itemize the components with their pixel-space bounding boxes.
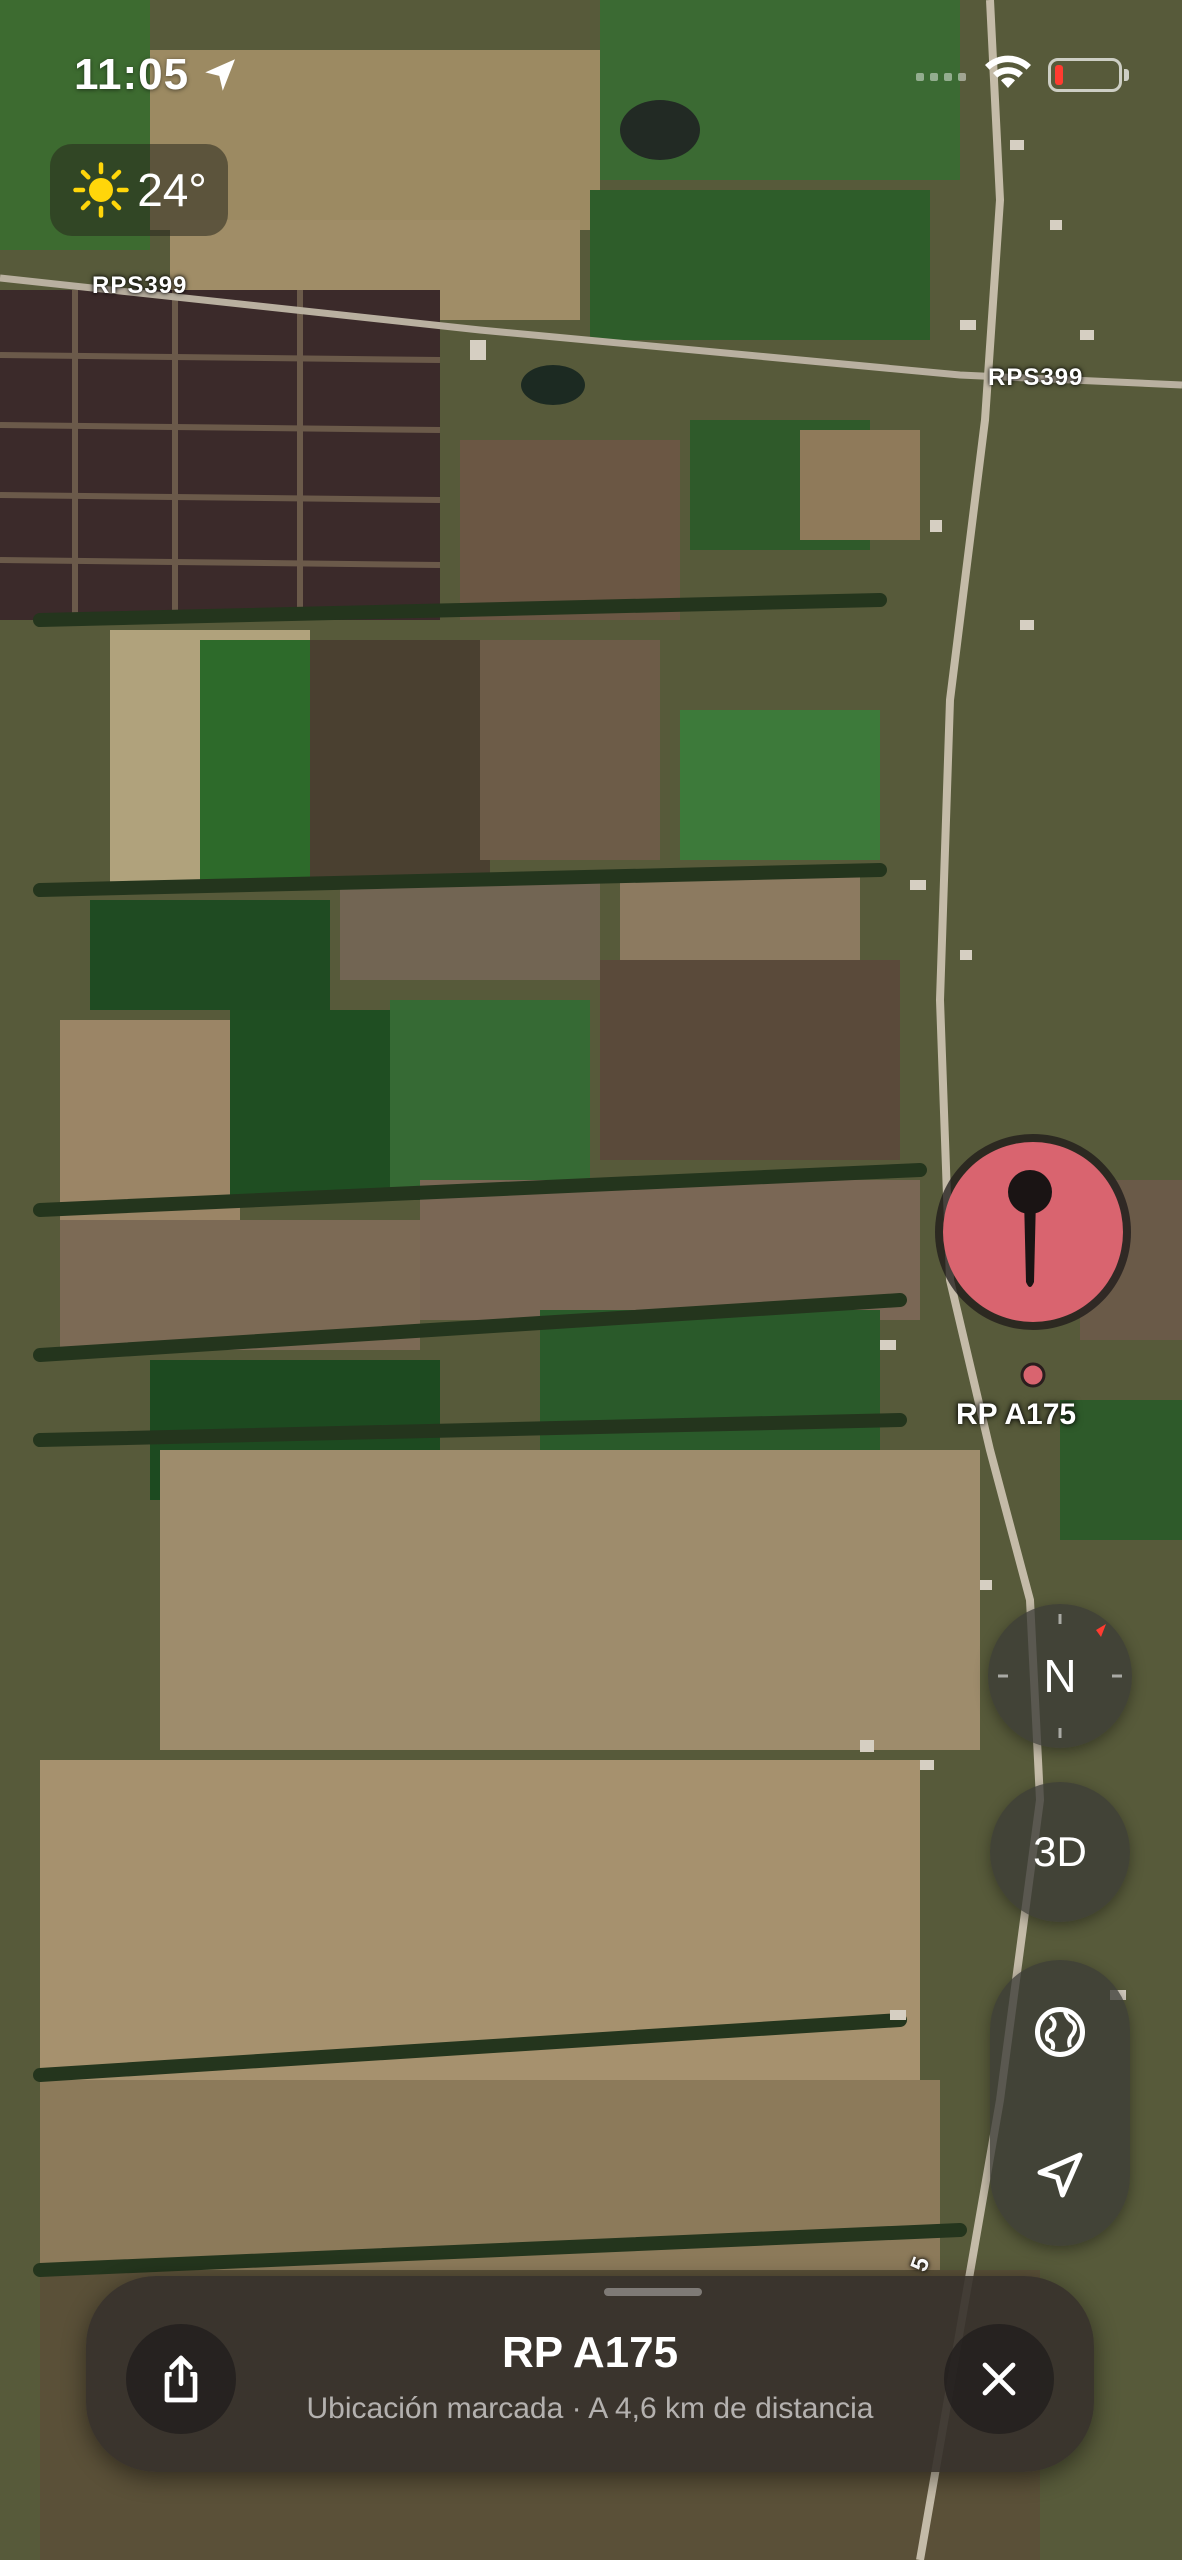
pin-label: RP A175: [956, 1398, 1077, 1431]
weather-temperature: 24°: [137, 164, 207, 216]
field: [1060, 1400, 1182, 1540]
sun-icon: [73, 162, 129, 218]
navigation-arrow-icon[interactable]: [1030, 2145, 1090, 2205]
battery-icon: [1048, 58, 1129, 92]
compass-dial: [998, 1614, 1122, 1738]
sheet-title: RP A175: [501, 2328, 679, 2377]
location-arrow-icon: [205, 59, 235, 91]
compass-needle: [1096, 1624, 1106, 1637]
scrubland: [600, 960, 900, 1160]
compass-button[interactable]: N: [988, 1604, 1132, 1748]
field: [390, 1000, 590, 1190]
sheet-grabber[interactable]: [604, 2288, 702, 2296]
field: [590, 190, 930, 340]
sheet-subtitle: Ubicación marcada · A 4,6 km de distanci…: [306, 2392, 874, 2425]
field: [200, 640, 310, 890]
signal-strength-icon: [916, 68, 972, 86]
orchard: [480, 640, 660, 860]
3d-button[interactable]: 3D: [990, 1782, 1130, 1922]
wifi-icon: [985, 55, 1031, 88]
orchard: [340, 880, 600, 980]
road-label-rps399: RPS399: [988, 364, 1084, 391]
field: [680, 710, 880, 860]
road-label-rps399: RPS399: [92, 272, 188, 299]
plowed-plots: [0, 290, 440, 620]
close-icon: [982, 2362, 1016, 2396]
dry-field: [160, 1450, 980, 1750]
place-info-sheet[interactable]: RP A175 Ubicación marcada · A 4,6 km de …: [86, 2276, 1094, 2472]
field: [620, 870, 860, 970]
field: [800, 430, 920, 540]
field: [460, 440, 680, 620]
map-controls-stack: [990, 1960, 1130, 2246]
status-bar: 11:05: [0, 40, 1182, 110]
field: [90, 900, 330, 1010]
close-button[interactable]: [944, 2324, 1054, 2434]
orchard: [310, 640, 490, 880]
globe-icon[interactable]: [1030, 2002, 1090, 2062]
status-time: 11:05: [74, 50, 190, 99]
weather-widget[interactable]: 24°: [50, 144, 228, 236]
3d-button-label: 3D: [1033, 1828, 1087, 1875]
marked-location-pin[interactable]: [930, 1122, 1136, 1392]
